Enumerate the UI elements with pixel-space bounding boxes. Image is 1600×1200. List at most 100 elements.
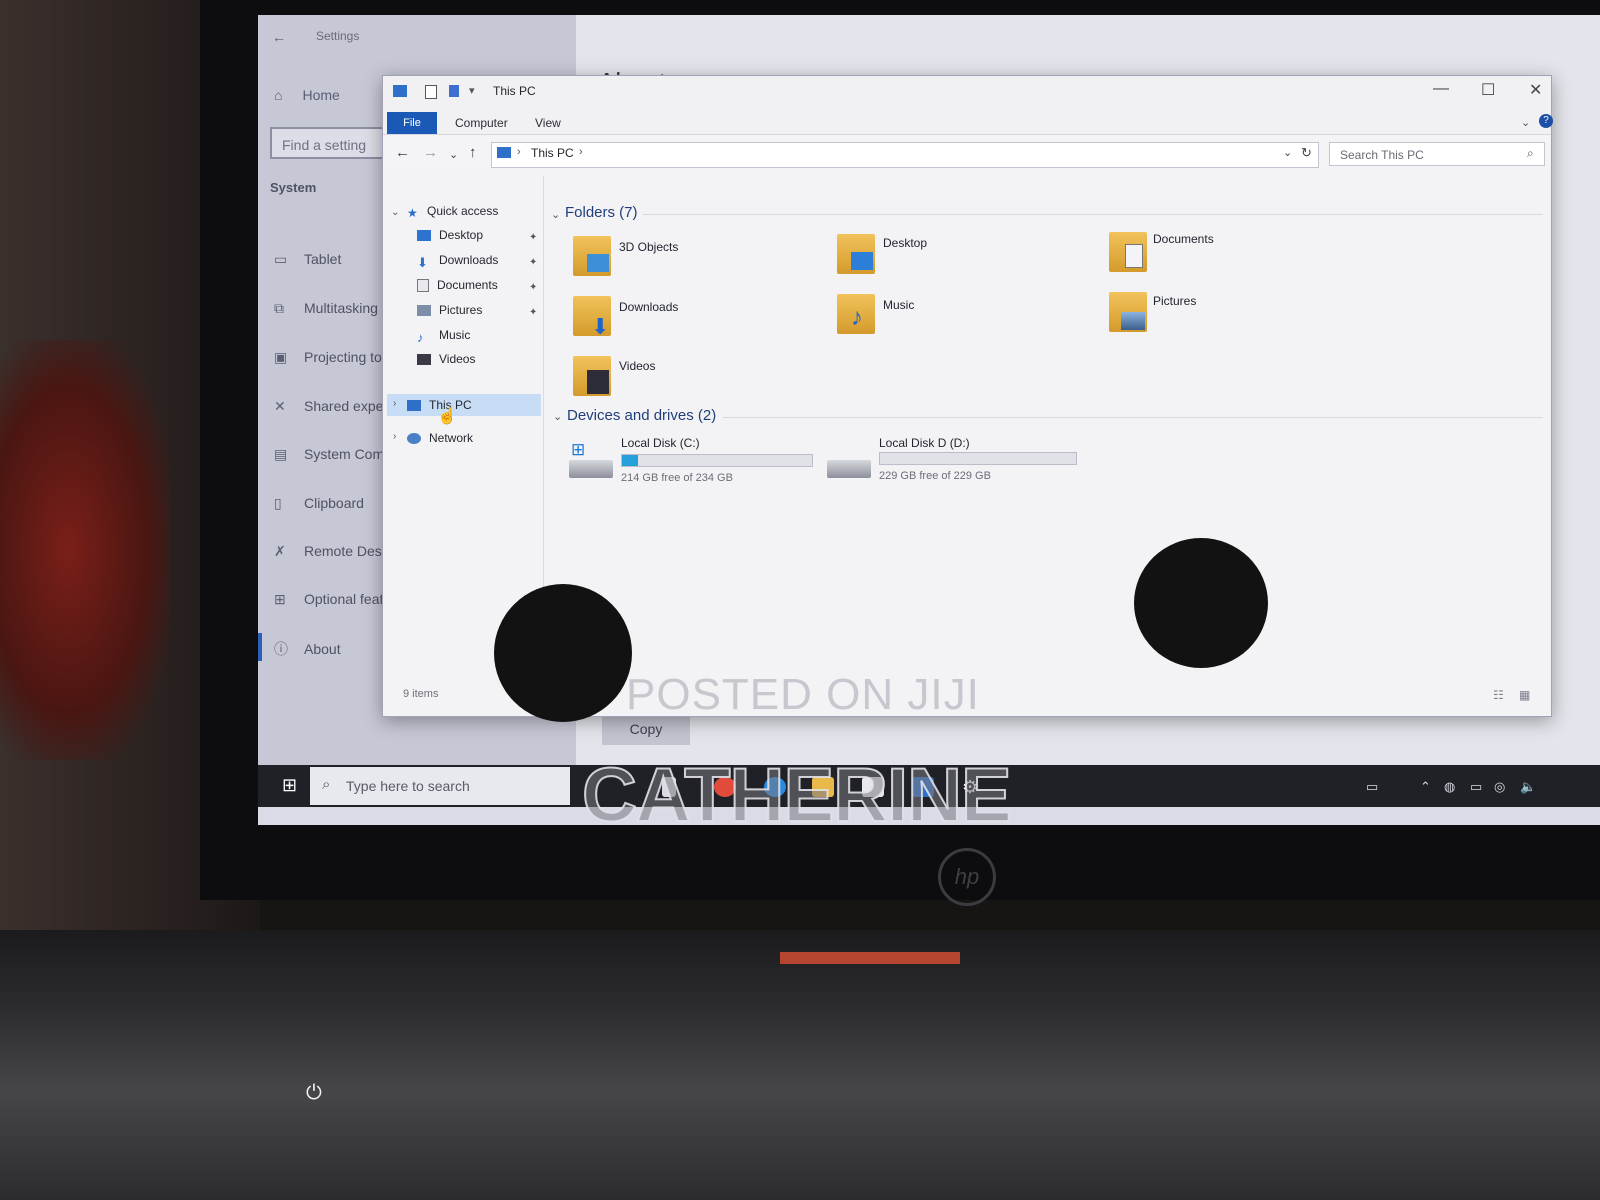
nav-network[interactable]: Network	[407, 431, 473, 445]
pin-icon[interactable]: ✦	[529, 282, 537, 293]
power-icon[interactable]: ⏻	[306, 1082, 322, 1105]
chevron-right-icon[interactable]: ›	[579, 146, 583, 158]
battery-icon[interactable]: ▭	[1470, 779, 1482, 795]
home-icon: ⌂	[274, 87, 283, 103]
hp-logo: hp	[938, 848, 996, 906]
obscuring-circle	[1134, 538, 1268, 668]
folder-3d-objects[interactable]: 3D Objects	[619, 240, 678, 254]
section-divider	[723, 417, 1543, 418]
status-bar-count: 9 items	[403, 688, 439, 700]
network-icon	[407, 433, 421, 445]
nav-item-documents[interactable]: Documents	[417, 278, 498, 293]
new-folder-icon[interactable]	[449, 85, 459, 97]
nav-item-music[interactable]: ♪ Music	[417, 328, 470, 345]
address-bar[interactable]	[491, 142, 1319, 168]
properties-icon[interactable]	[425, 85, 437, 99]
details-view-icon[interactable]: ☷	[1493, 688, 1504, 702]
back-arrow-icon[interactable]: ←	[272, 29, 286, 45]
drive-d-free: 229 GB free of 229 GB	[879, 470, 991, 482]
settings-item-optional-features[interactable]: ⊞ Optional feat	[274, 591, 383, 608]
settings-title: Settings	[316, 29, 360, 43]
chevron-right-icon[interactable]: ›	[517, 146, 521, 158]
refresh-icon[interactable]: ↻	[1301, 145, 1312, 161]
tab-file[interactable]: File	[387, 112, 437, 134]
nav-item-pictures[interactable]: Pictures	[417, 303, 482, 317]
settings-item-clipboard[interactable]: ▯ Clipboard	[274, 495, 364, 512]
folder-downloads[interactable]: Downloads	[619, 300, 678, 314]
drive-d-usage-bar	[879, 452, 1077, 465]
recent-locations-icon[interactable]: ⌄	[449, 148, 458, 161]
pin-icon[interactable]: ✦	[529, 257, 537, 268]
settings-item-tablet[interactable]: ▭ Tablet	[274, 251, 341, 268]
nav-item-desktop[interactable]: Desktop	[417, 228, 483, 242]
folders-header[interactable]: Folders (7)	[565, 204, 638, 221]
nav-label: Documents	[437, 278, 498, 292]
search-icon: ⌕	[1527, 146, 1534, 160]
tab-computer[interactable]: Computer	[455, 116, 508, 130]
watermark-line-2: CATHERINE	[581, 752, 1013, 839]
nav-item-downloads[interactable]: ⬇ Downloads	[417, 253, 498, 270]
chevron-down-icon[interactable]: ⌄	[551, 208, 560, 221]
settings-item-label: Tablet	[304, 251, 342, 267]
action-center-icon[interactable]: ▭	[1366, 779, 1378, 795]
nav-label: Videos	[439, 352, 476, 366]
folder-documents[interactable]: Documents	[1153, 232, 1214, 246]
settings-item-label: Multitasking	[304, 300, 378, 316]
settings-item-multitasking[interactable]: ⧉ Multitasking	[274, 300, 378, 317]
windows-start-icon[interactable]: ⊞	[282, 775, 297, 796]
chevron-right-icon[interactable]: ›	[393, 398, 396, 409]
settings-item-projecting[interactable]: ▣ Projecting to	[274, 349, 382, 366]
settings-item-system-components[interactable]: ▤ System Comp	[274, 446, 392, 463]
picture-icon	[1121, 312, 1145, 330]
windows-logo-icon: ⊞	[571, 440, 586, 459]
settings-item-shared[interactable]: ✕ Shared exper	[274, 398, 388, 415]
volume-icon[interactable]: 🔈	[1520, 779, 1536, 795]
expand-ribbon-icon[interactable]: ⌄	[1521, 116, 1530, 129]
back-icon[interactable]: ←	[395, 144, 410, 161]
chevron-down-icon[interactable]: ⌄	[553, 410, 562, 423]
picture-icon	[417, 305, 431, 317]
search-input[interactable]: Search This PC	[1329, 142, 1545, 166]
drive-d-name[interactable]: Local Disk D (D:)	[879, 436, 970, 450]
laptop-hinge	[0, 930, 1600, 1200]
customize-toolbar-icon[interactable]: ▾	[469, 84, 475, 97]
help-icon[interactable]: ?	[1539, 114, 1553, 128]
network-tray-icon[interactable]: ◍	[1444, 779, 1455, 795]
taskbar-search-box[interactable]: Type here to search	[310, 767, 570, 805]
maximize-icon[interactable]: ☐	[1481, 80, 1495, 100]
up-icon[interactable]: ↑	[469, 144, 477, 161]
settings-section-title: System	[270, 180, 317, 195]
close-icon[interactable]: ✕	[1529, 80, 1542, 100]
nav-item-videos[interactable]: Videos	[417, 352, 475, 366]
chevron-up-icon[interactable]: ⌃	[1420, 779, 1431, 795]
selected-indicator	[258, 633, 262, 661]
pin-icon[interactable]: ✦	[529, 307, 537, 318]
settings-home[interactable]: ⌂ Home	[274, 87, 340, 103]
tab-view[interactable]: View	[535, 116, 561, 130]
devices-header[interactable]: Devices and drives (2)	[567, 407, 716, 424]
chevron-right-icon[interactable]: ›	[393, 431, 396, 442]
window-title: This PC	[493, 84, 536, 98]
folder-pictures[interactable]: Pictures	[1153, 294, 1196, 308]
projector-icon: ▣	[274, 349, 288, 365]
film-icon	[587, 370, 609, 394]
home-label: Home	[302, 87, 340, 103]
pin-icon[interactable]: ✦	[529, 232, 537, 243]
watermark-line-1: POSTED ON JIJI	[626, 670, 980, 719]
globe-icon[interactable]: ◎	[1494, 779, 1505, 795]
settings-item-label: Optional feat	[304, 591, 384, 607]
forward-icon[interactable]: →	[423, 144, 438, 161]
chevron-down-icon[interactable]: ⌄	[1283, 146, 1292, 159]
nav-quick-access[interactable]: ★ Quick access	[407, 204, 498, 220]
folder-music[interactable]: Music	[883, 298, 914, 312]
settings-item-about[interactable]: ⓘ About	[274, 639, 341, 659]
drive-c-name[interactable]: Local Disk (C:)	[621, 436, 700, 450]
background-object	[0, 340, 170, 760]
clipboard-icon: ▯	[274, 495, 282, 511]
chevron-down-icon[interactable]: ⌄	[391, 207, 399, 218]
folder-videos[interactable]: Videos	[619, 359, 655, 373]
folder-desktop[interactable]: Desktop	[883, 236, 927, 250]
minimize-icon[interactable]: —	[1433, 80, 1449, 98]
settings-item-remote-desktop[interactable]: ✗ Remote Desk	[274, 543, 389, 560]
large-icons-view-icon[interactable]: ▦	[1519, 688, 1530, 702]
